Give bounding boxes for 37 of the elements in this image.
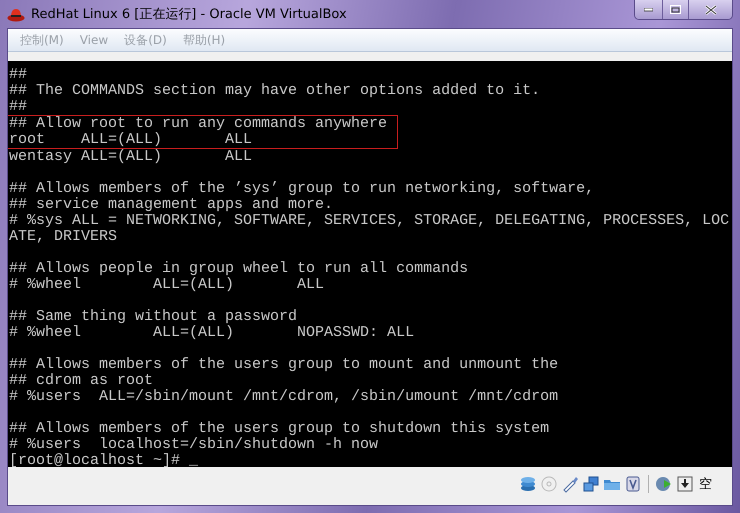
terminal-line: root ALL=(ALL) ALL: [9, 132, 252, 148]
terminal-line: # %users ALL=/sbin/mount /mnt/cdrom, /sbin/umount /mnt/cdrom: [9, 389, 558, 405]
terminal-line: ## The COMMANDS section may have other options added to it.: [9, 83, 540, 99]
terminal-line: ##: [9, 67, 28, 83]
menu-item[interactable]: 控制(M): [14, 32, 70, 48]
keyboard-status-text: 空: [699, 476, 712, 493]
terminal-line: # %wheel ALL=(ALL) ALL: [9, 277, 324, 293]
terminal-line: ##: [9, 99, 28, 115]
minimize-button[interactable]: [635, 0, 662, 19]
terminal-line: ## service management apps and more.: [9, 197, 334, 213]
chip-icon[interactable]: [624, 475, 642, 493]
hat-icon: [7, 6, 25, 22]
terminal-line: [root@localhost ~]# _: [9, 453, 198, 467]
terminal-line: ## Allows people in group wheel to run all commands: [9, 261, 468, 277]
close-icon: [704, 4, 716, 14]
menu-item[interactable]: 设备(D): [118, 32, 173, 48]
network-icon[interactable]: [582, 475, 600, 493]
minimize-icon: [644, 8, 653, 12]
terminal-line: ## Allows members of the ’sys’ group to run networking, software,: [9, 181, 594, 197]
terminal-line: ATE, DRIVERS: [9, 229, 118, 245]
terminal-line: # %sys ALL = NETWORKING, SOFTWARE, SERVICES, STORAGE, DELEGATING, PROCESSES, LOC: [9, 213, 730, 229]
terminal-line: # %users localhost=/sbin/shutdown -h now: [9, 437, 378, 453]
maximize-icon: [670, 5, 681, 14]
close-button[interactable]: [688, 0, 732, 19]
terminal-line: wentasy ALL=(ALL) ALL: [9, 149, 252, 165]
terminal-line: ## Allows members of the users group to shutdown this system: [9, 421, 550, 437]
maximize-button[interactable]: [662, 0, 688, 19]
terminal-line: # %wheel ALL=(ALL) NOPASSWD: ALL: [9, 325, 414, 341]
terminal-line: ## cdrom as root: [9, 373, 154, 389]
menu-item[interactable]: 帮助(H): [176, 32, 232, 48]
menu-item[interactable]: View: [74, 33, 114, 47]
usb-pen-icon[interactable]: [561, 475, 579, 493]
terminal-line: ## Allow root to run any commands anywhere: [9, 116, 388, 132]
terminal-line: ## Allows members of the users group to mount and unmount the: [9, 357, 558, 373]
hard-disk-icon[interactable]: [519, 475, 537, 493]
terminal-line: ## Same thing without a password: [9, 309, 298, 325]
window-title: RedHat Linux 6 [正在运行] - Oracle VM VirtualBox: [31, 6, 348, 23]
